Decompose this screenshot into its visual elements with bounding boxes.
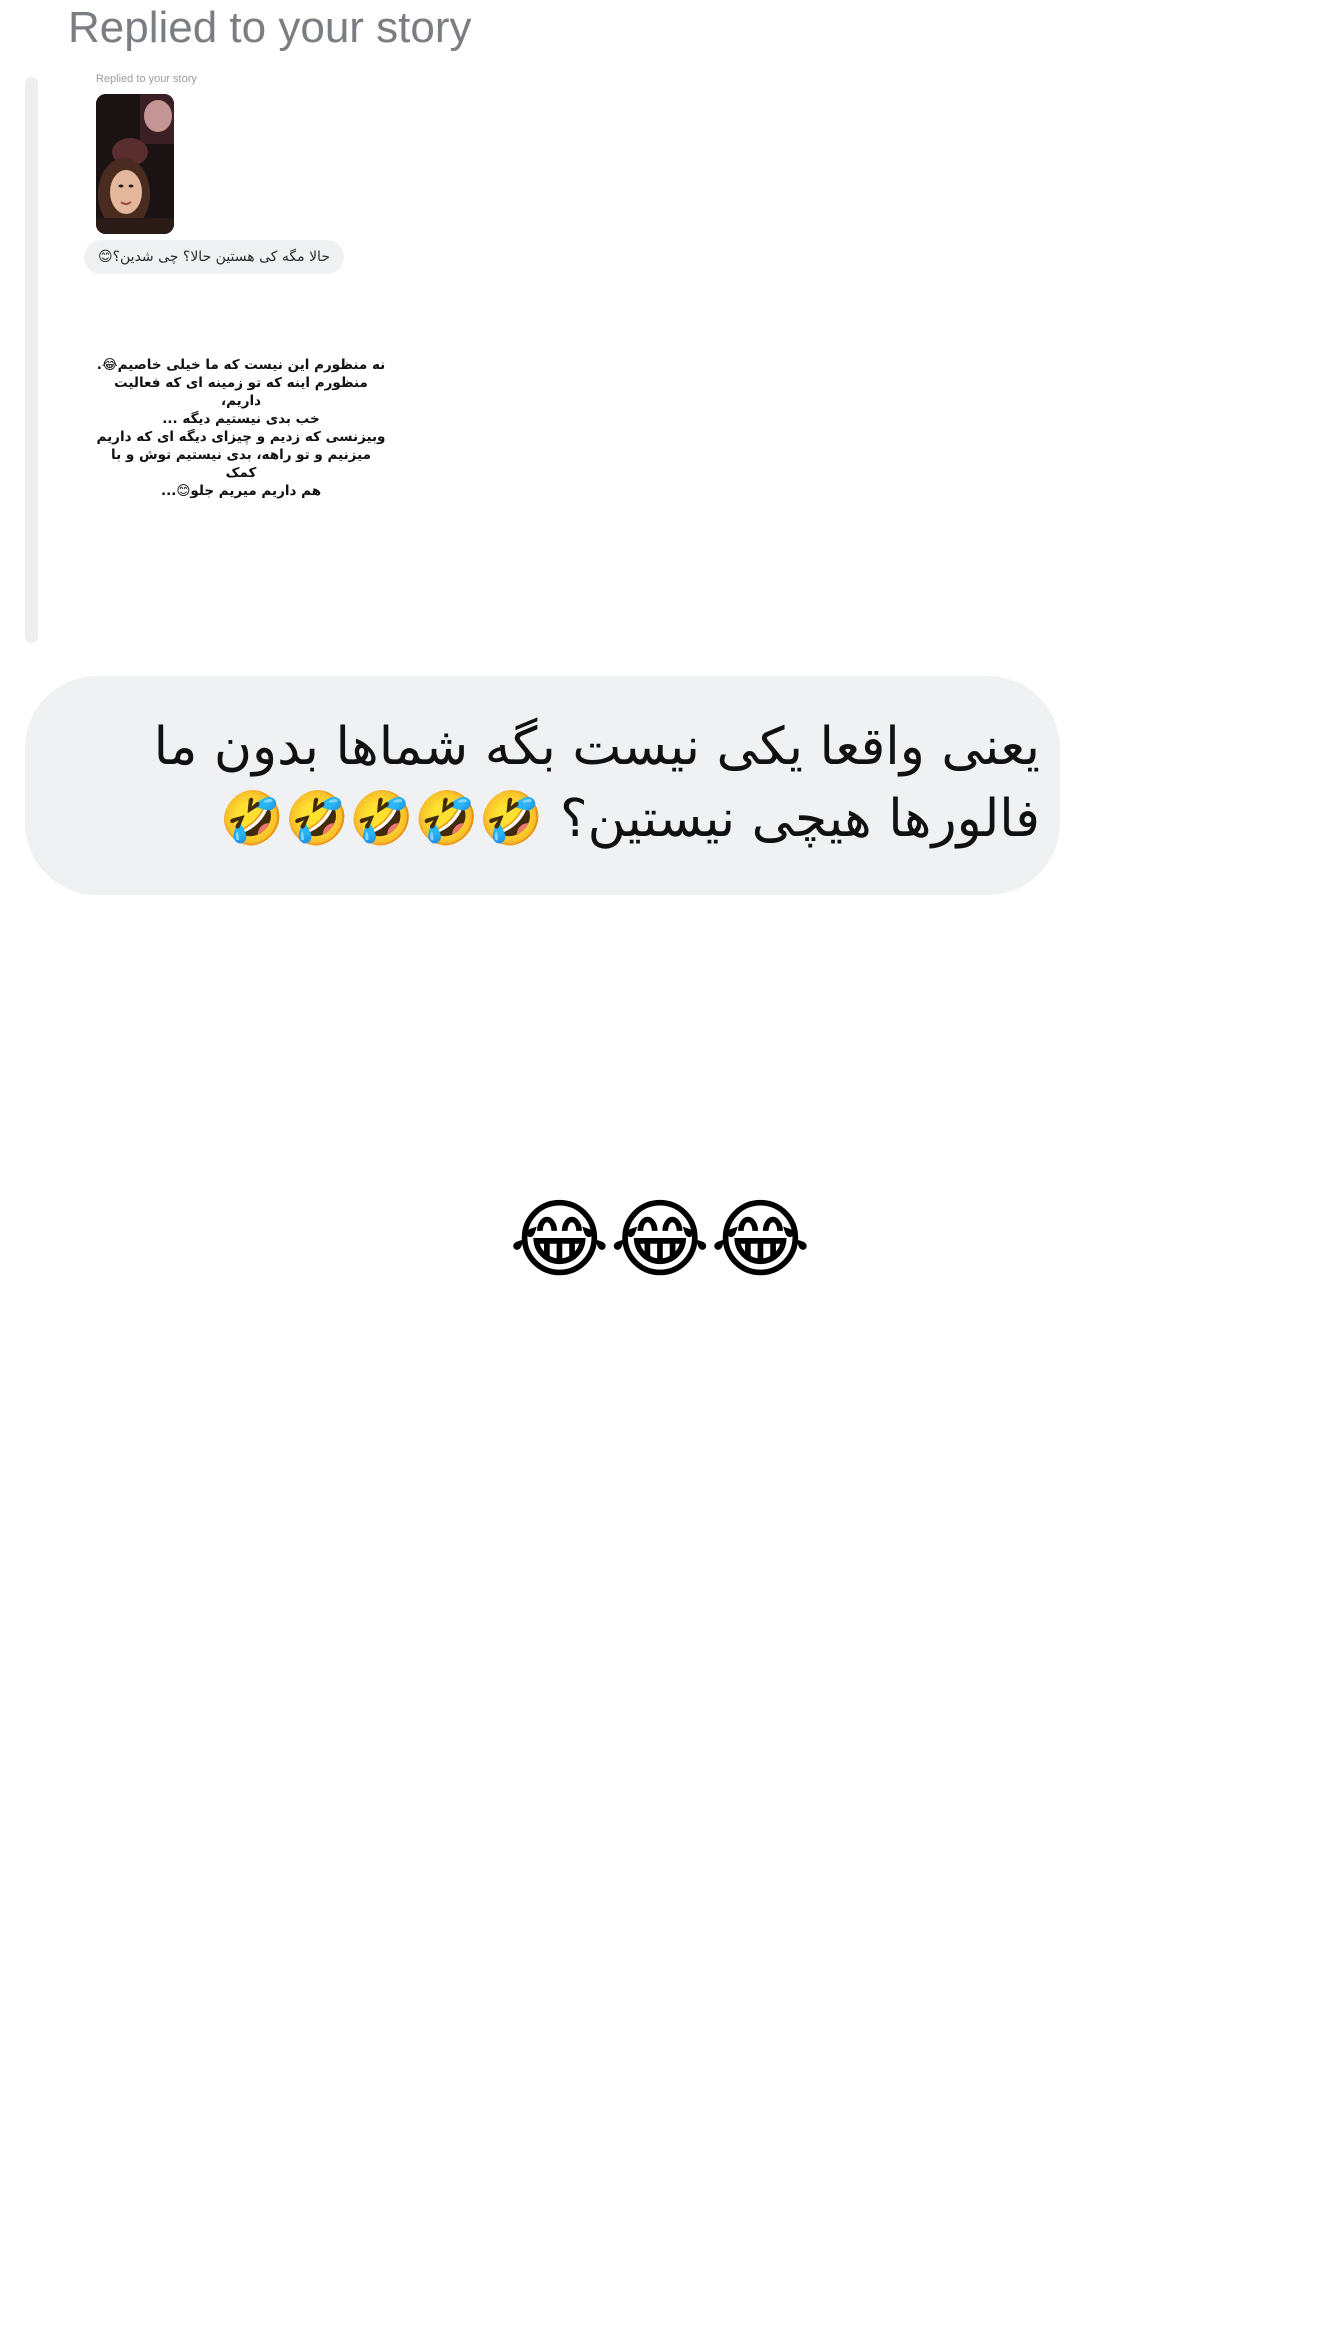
story-preview-label: Replied to your story [96,73,197,85]
story-preview[interactable]: Replied to your story حالا مگه کی هستین … [68,72,468,499]
story-thumbnail[interactable] [96,94,174,234]
emoji-reaction-message[interactable]: 😂😂😂 [0,1185,1320,1295]
story-reply-bubble: حالا مگه کی هستین حالا؟ چی شدین؟😊 [84,240,344,274]
message-bubble[interactable]: یعنی واقعا یکی نیست بگه شماها بدون ما فا… [25,676,1060,895]
quote-bar [25,77,38,643]
message-text: یعنی واقعا یکی نیست بگه شماها بدون ما فا… [153,717,1040,849]
reply-header: Replied to your story [68,3,472,52]
story-thumbnail-image [96,94,174,234]
story-text: نه منظورم این نیست که ما خیلی خاصیم😂. من… [96,357,386,499]
